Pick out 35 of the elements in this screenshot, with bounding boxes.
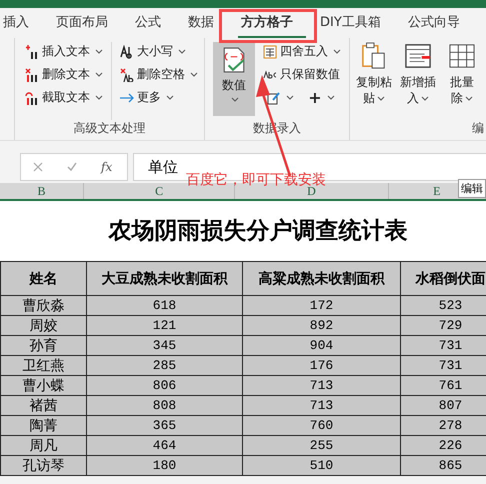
table-cell: 808 <box>86 396 242 416</box>
table-cell: 510 <box>242 456 400 476</box>
table-cell: 806 <box>86 376 242 396</box>
table-cell: 464 <box>86 436 242 456</box>
table-cell: 陶菁 <box>0 416 86 436</box>
table-cell: 172 <box>242 296 400 316</box>
table-cell: 255 <box>242 436 400 456</box>
table-cell: 176 <box>242 356 400 376</box>
group-label: 编 <box>471 120 485 137</box>
table-cell: 892 <box>242 316 400 336</box>
table-cell: 曹小蝶 <box>0 376 86 396</box>
table-header-cell: 高粱成熟未收割面积 <box>242 262 400 296</box>
table-cell: 周凡 <box>0 436 86 456</box>
table-header-cell: 水稻倒伏面 <box>400 262 486 296</box>
table-cell: 345 <box>86 336 242 356</box>
table-cell: 285 <box>86 356 242 376</box>
table-cell: 卫红燕 <box>0 356 86 376</box>
table-cell: 904 <box>242 336 400 356</box>
table-cell: 713 <box>242 396 400 416</box>
table-header-cell: 大豆成熟未收割面积 <box>86 262 242 296</box>
table-cell: 孙育 <box>0 336 86 356</box>
table-cell: 180 <box>86 456 242 476</box>
table-cell: 孔访琴 <box>0 456 86 476</box>
table-cell: 713 <box>242 376 400 396</box>
table-cell: 褚茜 <box>0 396 86 416</box>
table-cell: 760 <box>242 416 400 436</box>
table-header-cell: 姓名 <box>0 262 86 296</box>
group-label: 高级文本处理 <box>72 120 147 137</box>
table-cell: 618 <box>86 296 242 316</box>
tooltip: 编辑 <box>458 179 486 198</box>
table-cell: 周姣 <box>0 316 86 336</box>
table-cell: 365 <box>86 416 242 436</box>
table-cell: 曹欣淼 <box>0 296 86 316</box>
table-cell: 121 <box>86 316 242 336</box>
sheet-title: 农场阴雨损失分户调查统计表 <box>107 216 408 246</box>
